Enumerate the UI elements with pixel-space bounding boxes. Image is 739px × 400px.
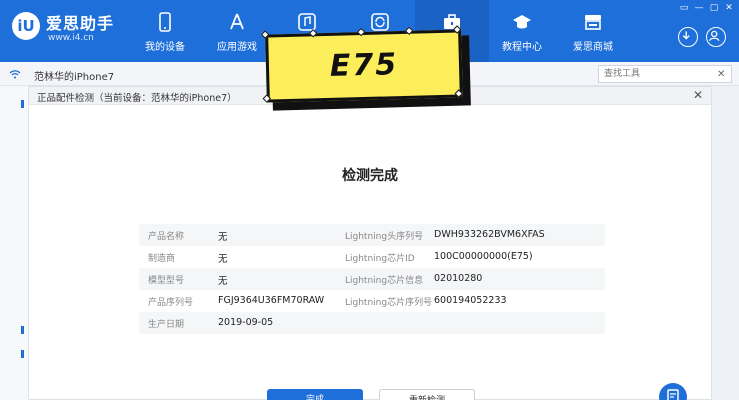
music-icon: [298, 13, 316, 31]
tool-search-input[interactable]: [598, 65, 732, 83]
field-value: FGJ9364U36FM70RAW: [218, 295, 325, 306]
sidebar-marker: [21, 100, 24, 108]
table-row: 产品序列号 FGJ9364U36FM70RAW Lightning芯片序列号 6…: [139, 290, 605, 312]
nav-store[interactable]: 爱思商城: [556, 0, 630, 62]
field-value: 无: [218, 254, 228, 265]
sidebar-marker: [21, 350, 24, 358]
user-icon: [708, 30, 720, 42]
result-title: 检测完成: [342, 168, 398, 184]
field-label: 产品名称: [148, 232, 185, 242]
app-store-icon: [230, 13, 244, 30]
download-icon: [682, 31, 690, 40]
sticker-corner: [454, 89, 463, 98]
field-value: 2019-09-05: [218, 317, 274, 328]
field-value: 02010280: [434, 273, 483, 284]
accessory-check-dialog: 正品配件检测（当前设备：范林华的iPhone7） ✕ 检测完成 产品名称 无 L…: [28, 86, 712, 400]
feedback-button[interactable]: [659, 383, 687, 400]
app-logo: iU: [12, 12, 40, 40]
graduation-cap-icon: [513, 15, 531, 29]
dialog-title: 正品配件检测（当前设备：范林华的iPhone7）: [37, 93, 237, 104]
table-row: 制造商 无 Lightning芯片ID 100C00000000(E75): [139, 246, 605, 268]
maximize-button[interactable]: ▢: [708, 2, 720, 14]
field-label: Lightning芯片ID: [345, 254, 415, 264]
window-controls: ▭ — ▢ ✕: [678, 2, 735, 14]
nav-label: 教程中心: [502, 42, 542, 53]
nav-label: 爱思商城: [573, 42, 613, 53]
field-value: DWH933262BVM6XFAS: [434, 229, 545, 240]
table-row: 模型型号 无 Lightning芯片信息 02010280: [139, 268, 605, 290]
minimize-button[interactable]: —: [693, 2, 705, 14]
close-button[interactable]: ✕: [723, 2, 735, 14]
field-label: Lightning芯片信息: [345, 276, 424, 286]
field-value: 无: [218, 232, 228, 243]
store-icon: [585, 15, 601, 30]
field-value: 600194052233: [434, 295, 507, 306]
field-label: 产品序列号: [148, 298, 194, 308]
nav-my-device[interactable]: 我的设备: [128, 0, 202, 62]
table-row: 生产日期 2019-09-05: [139, 312, 605, 334]
e75-sticker: E75: [260, 25, 463, 103]
field-label: 生产日期: [148, 320, 185, 330]
info-table: 产品名称 无 Lightning头序列号 DWH933262BVM6XFAS 制…: [139, 224, 605, 334]
app-brand: 爱思助手: [46, 14, 115, 33]
retry-button[interactable]: 重新检测: [379, 389, 475, 400]
device-name[interactable]: 范林华的iPhone7: [34, 68, 114, 83]
feedback-icon: [667, 389, 679, 400]
phone-icon: [159, 12, 171, 32]
sticker-text: E75: [329, 47, 399, 84]
search-clear-icon[interactable]: ✕: [717, 69, 725, 80]
refresh-icon: [371, 13, 389, 31]
field-label: Lightning头序列号: [345, 232, 424, 242]
field-value: 无: [218, 276, 228, 287]
nav-label: 我的设备: [145, 42, 185, 53]
table-row: 产品名称 无 Lightning头序列号 DWH933262BVM6XFAS: [139, 224, 605, 246]
device-sidebar: [0, 86, 28, 400]
wifi-icon: [9, 70, 21, 79]
field-label: 制造商: [148, 254, 176, 264]
dialog-close-button[interactable]: ✕: [693, 88, 703, 102]
app-url: www.i4.cn: [48, 33, 94, 43]
nav-tutorials[interactable]: 教程中心: [485, 0, 559, 62]
sidebar-marker: [21, 326, 24, 334]
nav-label: 应用游戏: [217, 42, 257, 53]
download-button[interactable]: [678, 27, 698, 47]
field-label: Lightning芯片序列号: [345, 298, 433, 308]
skin-button[interactable]: ▭: [678, 2, 690, 14]
user-button[interactable]: [706, 27, 726, 47]
field-value: 100C00000000(E75): [434, 251, 533, 262]
done-button[interactable]: 完成: [267, 389, 363, 400]
field-label: 模型型号: [148, 276, 185, 286]
